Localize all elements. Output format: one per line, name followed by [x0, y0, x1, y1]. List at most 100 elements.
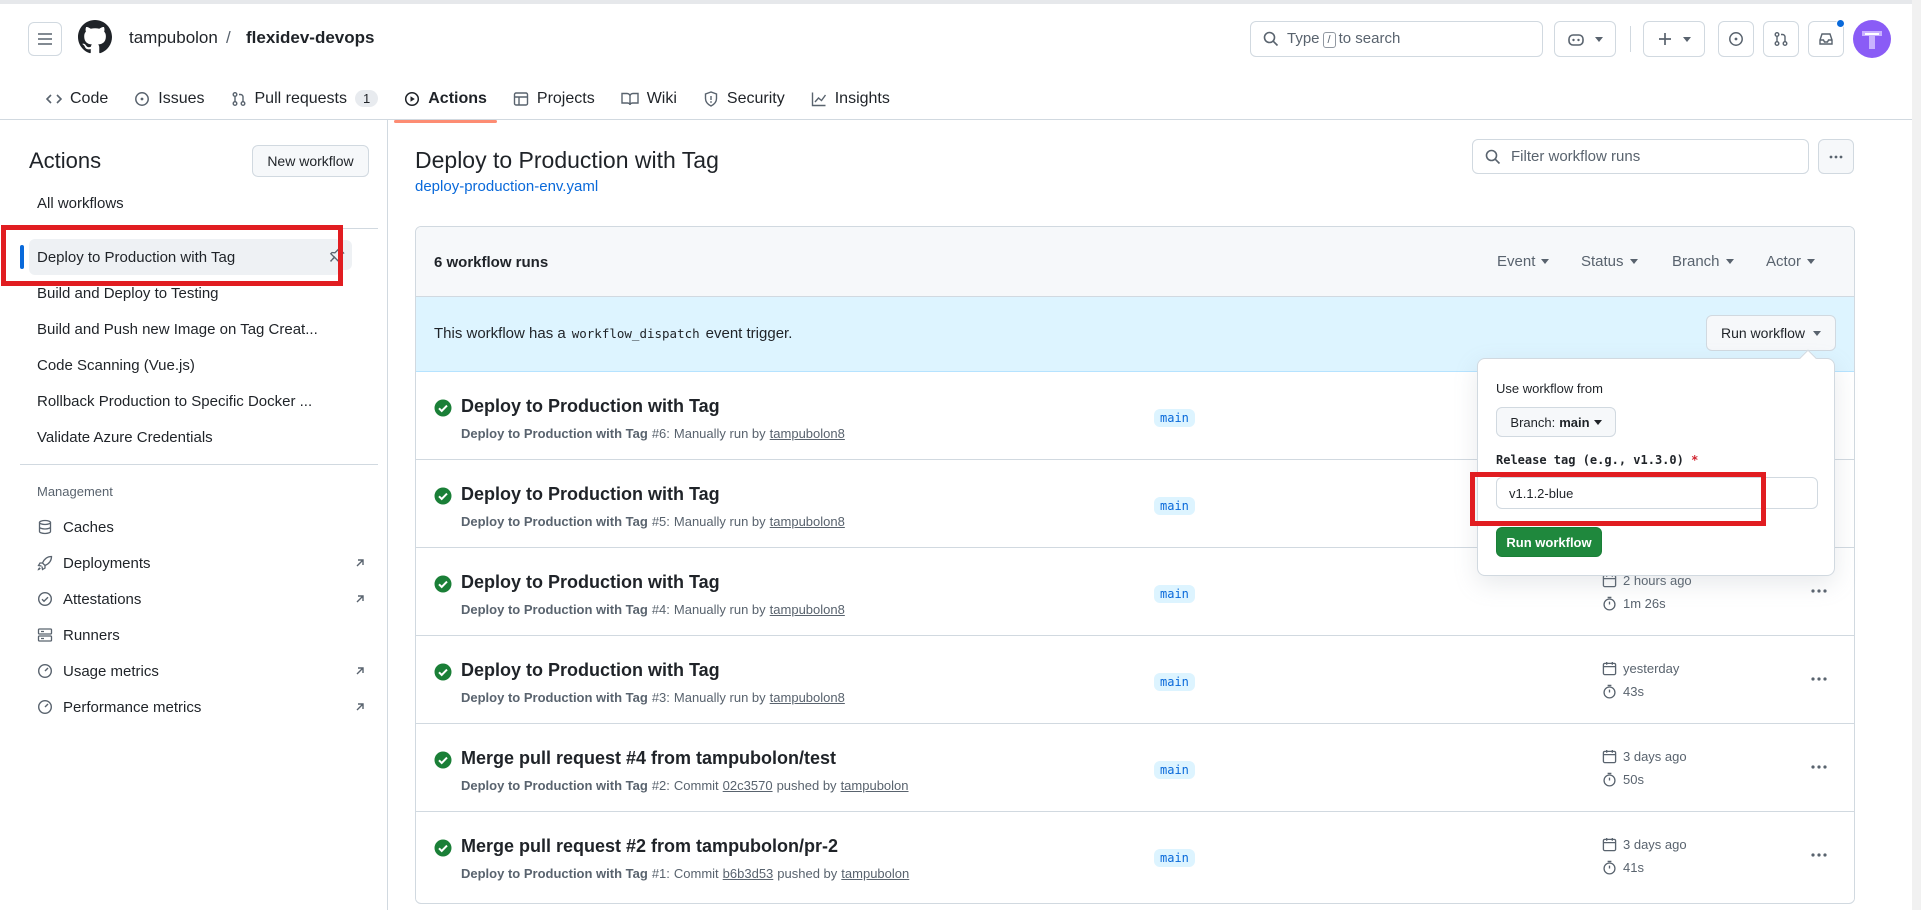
page-title: Deploy to Production with Tag [415, 147, 719, 173]
repo-link[interactable]: flexidev-devops [246, 28, 375, 48]
calendar-icon [1602, 749, 1617, 764]
button-label: Run workflow [1720, 325, 1806, 341]
sidebar-workflow-item[interactable]: Build and Push new Image on Tag Creat... [29, 311, 379, 347]
kebab-horizontal-icon[interactable] [1809, 582, 1829, 600]
actor-filter-dropdown[interactable]: Actor [1766, 253, 1816, 270]
issues-button[interactable] [1718, 21, 1754, 57]
sidebar-workflow-item[interactable]: Rollback Production to Specific Docker .… [29, 383, 379, 419]
commit-link[interactable]: b6b3d53 [723, 866, 774, 881]
kebab-horizontal-icon[interactable] [1809, 758, 1829, 776]
workflow-file-link[interactable]: deploy-production-env.yaml [415, 178, 598, 195]
tab-security[interactable]: Security [693, 80, 795, 114]
run-subtitle: Deploy to Production with Tag #4: Manually… [461, 602, 845, 617]
branch-badge[interactable]: main [1154, 673, 1195, 691]
branch-badge[interactable]: main [1154, 585, 1195, 603]
highlight-box [1, 225, 343, 286]
global-search-input[interactable]: Type / to search [1250, 21, 1543, 57]
run-subtitle: Deploy to Production with Tag #3: Manually… [461, 690, 845, 705]
check-circle-icon [434, 839, 452, 857]
search-shortcut-key: / [1322, 32, 1336, 48]
event-filter-dropdown[interactable]: Event [1497, 253, 1550, 270]
run-number: #1: [651, 866, 670, 881]
filter-label: Event [1497, 253, 1536, 270]
runs-header: 6 workflow runs Event Status Branch Acto… [416, 227, 1854, 297]
tab-code[interactable]: Code [36, 80, 118, 114]
tab-wiki[interactable]: Wiki [611, 80, 687, 114]
more-options-button[interactable] [1818, 139, 1854, 174]
run-duration-text: 43s [1623, 684, 1644, 699]
check-circle-icon [434, 663, 452, 681]
run-workflow-dropdown-button[interactable]: Run workflow [1706, 315, 1836, 351]
kebab-horizontal-icon[interactable] [1809, 670, 1829, 688]
tab-actions[interactable]: Actions [394, 80, 497, 123]
sidebar-item-caches[interactable]: Caches [37, 509, 372, 545]
run-actor-link[interactable]: tampubolon [841, 778, 909, 793]
sidebar-workflow-item[interactable]: Validate Azure Credentials [29, 419, 379, 455]
table-row[interactable]: Merge pull request #4 from tampubolon/te… [416, 724, 1854, 812]
run-title[interactable]: Merge pull request #4 from tampubolon/te… [461, 748, 836, 769]
branch-badge[interactable]: main [1154, 497, 1195, 515]
status-filter-dropdown[interactable]: Status [1581, 253, 1638, 270]
table-row[interactable]: Deploy to Production with Tag Deploy to … [416, 636, 1854, 724]
meter-icon [37, 663, 53, 679]
branch-select-button[interactable]: Branch: main [1496, 407, 1616, 437]
filter-label: Branch [1672, 253, 1720, 270]
sidebar-item-runners[interactable]: Runners [37, 617, 372, 653]
sidebar-item-usage-metrics[interactable]: Usage metrics [37, 653, 372, 689]
run-actor-link[interactable]: tampubolon8 [770, 602, 845, 617]
branch-badge[interactable]: main [1154, 409, 1195, 427]
copilot-button[interactable] [1554, 21, 1616, 57]
branch-badge[interactable]: main [1154, 761, 1195, 779]
tab-label: Pull requests [254, 89, 348, 107]
run-workflow-name: Deploy to Production with Tag [461, 514, 648, 529]
sidebar-item-deployments[interactable]: Deployments [37, 545, 372, 581]
owner-link[interactable]: tampubolon [129, 28, 218, 48]
pull-requests-button[interactable] [1763, 21, 1799, 57]
tab-projects[interactable]: Projects [503, 80, 605, 114]
run-workflow-submit-button[interactable]: Run workflow [1496, 527, 1602, 557]
run-title[interactable]: Deploy to Production with Tag [461, 660, 720, 681]
plus-icon [1657, 31, 1673, 47]
tab-label: Actions [428, 89, 487, 107]
git-pull-request-icon [1773, 31, 1789, 47]
sidebar-item-all-workflows[interactable]: All workflows [29, 185, 379, 221]
tab-pull-requests[interactable]: Pull requests 1 [221, 80, 389, 114]
tab-insights[interactable]: Insights [801, 80, 900, 114]
branch-filter-dropdown[interactable]: Branch [1672, 253, 1734, 270]
run-trigger: Manually run by [673, 690, 766, 705]
filter-label: Actor [1766, 253, 1802, 270]
run-title[interactable]: Deploy to Production with Tag [461, 396, 720, 417]
run-actor-link[interactable]: tampubolon8 [770, 514, 845, 529]
branch-badge[interactable]: main [1154, 849, 1195, 867]
avatar[interactable] [1853, 20, 1891, 58]
run-title[interactable]: Merge pull request #2 from tampubolon/pr… [461, 836, 838, 857]
run-number: #5: [651, 514, 670, 529]
sidebar-item-performance-metrics[interactable]: Performance metrics [37, 689, 372, 725]
commit-link[interactable]: 02c3570 [723, 778, 773, 793]
run-duration-text: 41s [1623, 860, 1644, 875]
external-arrow-icon [354, 557, 366, 569]
sidebar-item-attestations[interactable]: Attestations [37, 581, 372, 617]
github-logo-icon[interactable] [78, 20, 112, 54]
tab-issues[interactable]: Issues [124, 80, 214, 114]
filter-workflow-runs-input[interactable]: Filter workflow runs [1472, 139, 1809, 174]
page-scrollbar[interactable] [1912, 0, 1921, 910]
run-trigger: Commit [673, 866, 719, 881]
run-trigger: Manually run by [673, 602, 766, 617]
table-row[interactable]: Merge pull request #2 from tampubolon/pr… [416, 812, 1854, 900]
create-new-button[interactable] [1643, 21, 1705, 57]
menu-button[interactable] [28, 22, 62, 56]
run-duration: 43s [1602, 684, 1644, 699]
run-title[interactable]: Deploy to Production with Tag [461, 572, 720, 593]
run-actor-link[interactable]: tampubolon8 [770, 690, 845, 705]
new-workflow-button[interactable]: New workflow [252, 145, 369, 177]
tab-label: Security [726, 89, 785, 107]
sidebar-workflow-item[interactable]: Code Scanning (Vue.js) [29, 347, 379, 383]
kebab-horizontal-icon[interactable] [1809, 846, 1829, 864]
run-title[interactable]: Deploy to Production with Tag [461, 484, 720, 505]
stopwatch-icon [1602, 772, 1617, 787]
chevron-down-icon [1629, 259, 1638, 264]
banner-text: event trigger. [705, 325, 793, 342]
run-actor-link[interactable]: tampubolon [841, 866, 909, 881]
run-actor-link[interactable]: tampubolon8 [770, 426, 845, 441]
